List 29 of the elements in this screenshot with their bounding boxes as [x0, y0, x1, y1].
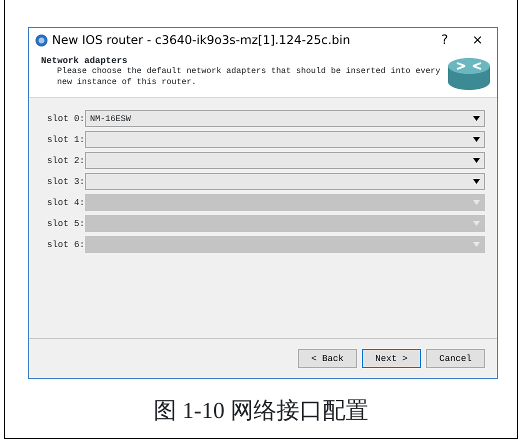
figure-caption: 图 1-10 网络接口配置 — [152, 397, 370, 425]
dialog-button[interactable]: Next > — [362, 349, 421, 368]
caret-icon — [473, 221, 480, 226]
dialog-button[interactable]: < Back — [298, 349, 357, 368]
slot-label: slot 1: — [47, 134, 85, 144]
adapter-dropdown[interactable] — [85, 152, 485, 169]
app-icon — [35, 34, 48, 46]
slot-label: slot 0: — [47, 114, 85, 124]
caret-icon — [473, 179, 480, 184]
caret-icon — [473, 242, 480, 247]
router-icon — [447, 56, 491, 92]
caret-icon — [473, 200, 480, 205]
slot-label: slot 2: — [47, 156, 85, 166]
dialog-button[interactable]: Cancel — [426, 349, 485, 368]
caret-icon — [473, 137, 480, 142]
page-title: Network adapters — [41, 56, 128, 66]
adapter-dropdown[interactable] — [85, 131, 485, 148]
adapter-dropdown[interactable] — [85, 173, 485, 190]
help-button[interactable]: ? — [441, 32, 448, 48]
window-title: New IOS router - c3640-ik9o3s-mz[1].124-25c.bin — [52, 33, 350, 47]
caret-icon — [473, 116, 480, 121]
slot-label: slot 6: — [47, 240, 85, 250]
slot-label: slot 5: — [47, 218, 85, 228]
close-button[interactable]: × — [472, 32, 483, 48]
page-description: Please choose the default network adapters that should be inserted into every new instance of this router. — [56, 66, 441, 88]
slot-label: slot 4: — [47, 198, 85, 208]
caret-icon — [473, 158, 480, 163]
adapter-dropdown[interactable]: NM-16ESW — [85, 110, 485, 127]
slot-label: slot 3: — [47, 176, 85, 186]
